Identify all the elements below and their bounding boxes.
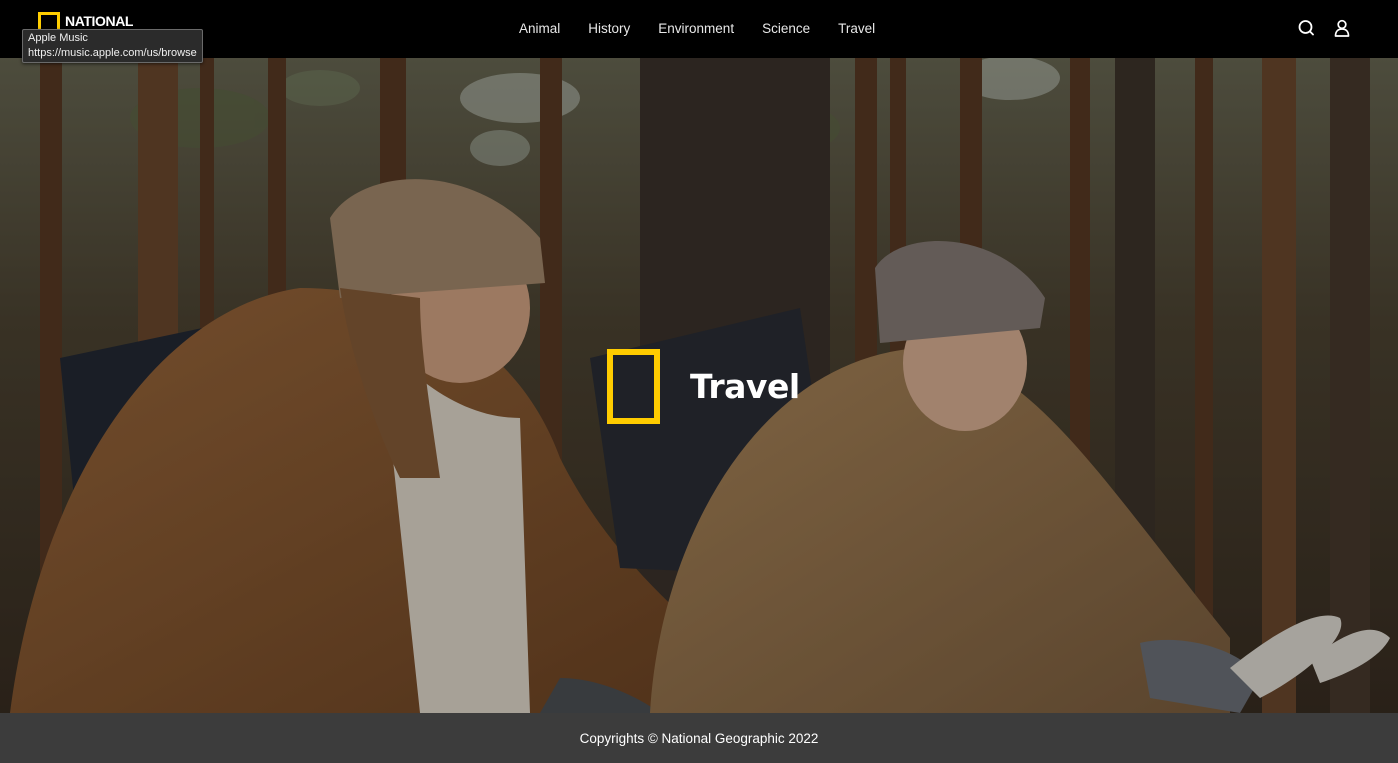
header-actions: [1298, 19, 1350, 37]
link-tooltip: Apple Music https://music.apple.com/us/b…: [22, 29, 203, 63]
logo-frame-icon: [38, 12, 60, 30]
logo-text: NATIONAL: [65, 13, 134, 29]
natgeo-logo[interactable]: NATIONAL: [38, 12, 133, 30]
nav-item-science[interactable]: Science: [748, 0, 824, 58]
tooltip-url: https://music.apple.com/us/browse: [28, 46, 197, 59]
nav-item-environment[interactable]: Environment: [644, 0, 748, 58]
footer-copyright: Copyrights © National Geographic 2022: [579, 730, 819, 746]
main-nav: Animal History Environment Science Trave…: [505, 0, 889, 58]
nav-item-history[interactable]: History: [574, 0, 644, 58]
hero-banner: Travel: [0, 58, 1398, 713]
nav-item-animal[interactable]: Animal: [505, 0, 574, 58]
nav-item-travel[interactable]: Travel: [824, 0, 889, 58]
site-footer: Copyrights © National Geographic 2022: [0, 713, 1398, 763]
natgeo-frame-icon: [607, 349, 660, 424]
tooltip-title: Apple Music: [28, 32, 88, 44]
site-header: NATIONAL Animal History Environment Scie…: [0, 0, 1398, 58]
hero-title: Travel: [690, 367, 800, 406]
search-icon[interactable]: [1298, 19, 1314, 37]
user-icon[interactable]: [1334, 19, 1350, 37]
hero-title-group: Travel: [607, 349, 800, 424]
